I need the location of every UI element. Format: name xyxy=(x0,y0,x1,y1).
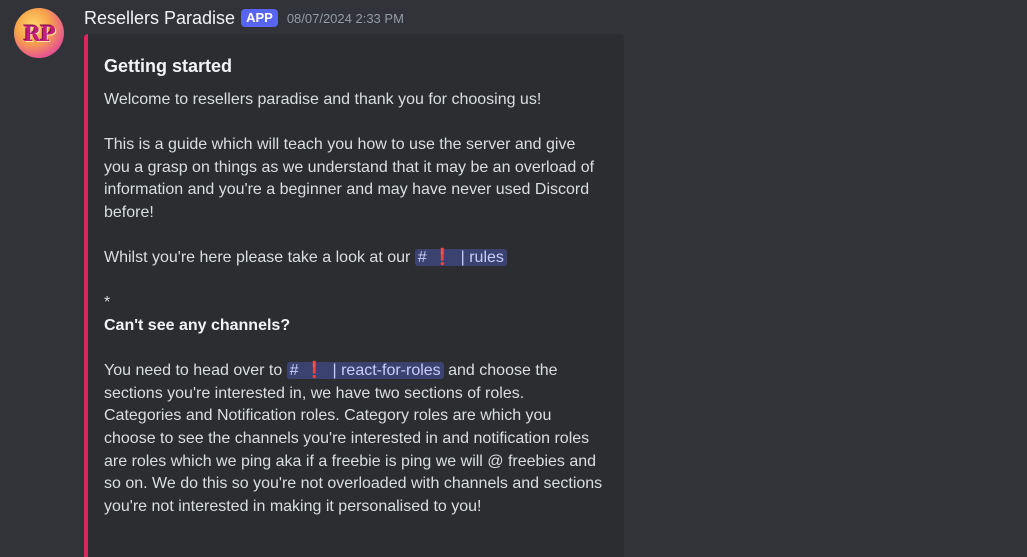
rules-channel-label: | rules xyxy=(460,249,504,267)
embed: Getting started Welcome to resellers par… xyxy=(84,34,624,557)
exclamation-icon: ❗ xyxy=(304,362,325,380)
avatar[interactable]: RP xyxy=(14,8,64,58)
hash-icon: # xyxy=(417,249,427,267)
channel-mention-rules[interactable]: # ❗ | rules xyxy=(414,249,507,267)
hash-icon: # xyxy=(289,362,299,380)
channel-mention-react-for-roles[interactable]: # ❗ | react-for-roles xyxy=(286,362,444,380)
exclamation-icon: ❗ xyxy=(432,249,453,267)
embed-content: Getting started Welcome to resellers par… xyxy=(104,54,604,518)
welcome-text: Welcome to resellers paradise and thank … xyxy=(104,91,542,108)
roles-prefix: You need to head over to xyxy=(104,362,287,380)
rules-prefix: Whilst you're here please take a look at… xyxy=(104,249,415,267)
roles-text: and choose the sections you're intereste… xyxy=(104,362,603,515)
message-header: Resellers Paradise APP 08/07/2024 2:33 P… xyxy=(84,6,404,30)
author-name[interactable]: Resellers Paradise xyxy=(84,8,235,29)
embed-title: Getting started xyxy=(104,56,233,76)
timestamp[interactable]: 08/07/2024 2:33 PM xyxy=(287,11,404,26)
app-badge: APP xyxy=(241,9,278,27)
guide-text: This is a guide which will teach you how… xyxy=(104,136,595,221)
subheading: Can't see any channels? xyxy=(104,316,291,334)
rules-line: Whilst you're here please take a look at… xyxy=(104,247,604,270)
message: RP Resellers Paradise APP 08/07/2024 2:3… xyxy=(0,0,1027,557)
avatar-letters: RP xyxy=(23,20,55,46)
roles-paragraph: You need to head over to # ❗ | react-for-r… xyxy=(104,360,604,518)
roles-channel-label: | react-for-roles xyxy=(332,362,441,380)
asterisk: * xyxy=(104,294,111,312)
